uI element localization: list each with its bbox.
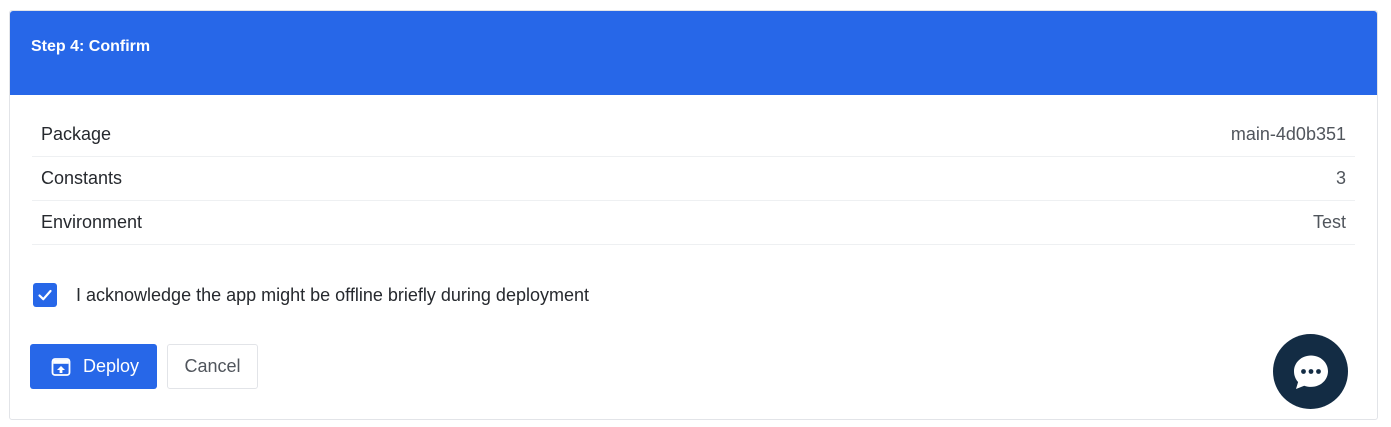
- summary-list: Package main-4d0b351 Constants 3 Environ…: [32, 113, 1355, 245]
- constants-value: 3: [1335, 168, 1346, 188]
- environment-label: Environment: [41, 212, 143, 232]
- deploy-button[interactable]: Deploy: [30, 344, 157, 389]
- chat-bubble-icon: [1293, 355, 1328, 389]
- environment-value: Test: [1312, 212, 1346, 232]
- package-value: main-4d0b351: [1230, 124, 1346, 144]
- summary-row-environment: Environment Test: [32, 201, 1355, 245]
- acknowledge-checkbox[interactable]: [33, 283, 57, 307]
- card-title: Step 4: Confirm: [31, 38, 151, 55]
- checkmark-icon: [38, 289, 52, 301]
- deploy-label: Deploy: [83, 356, 140, 376]
- acknowledge-label[interactable]: I acknowledge the app might be offline b…: [76, 285, 589, 306]
- acknowledge-row: I acknowledge the app might be offline b…: [33, 283, 589, 307]
- cancel-button[interactable]: Cancel: [167, 344, 258, 389]
- summary-row-package: Package main-4d0b351: [32, 113, 1355, 157]
- chat-button[interactable]: [1273, 334, 1348, 409]
- confirm-card: Step 4: Confirm Package main-4d0b351 Con…: [9, 10, 1378, 420]
- action-buttons: Deploy Cancel: [30, 344, 258, 389]
- card-header: Step 4: Confirm: [10, 11, 1377, 95]
- package-label: Package: [41, 124, 112, 144]
- deploy-icon: [51, 357, 71, 377]
- summary-row-constants: Constants 3: [32, 157, 1355, 201]
- constants-label: Constants: [41, 168, 123, 188]
